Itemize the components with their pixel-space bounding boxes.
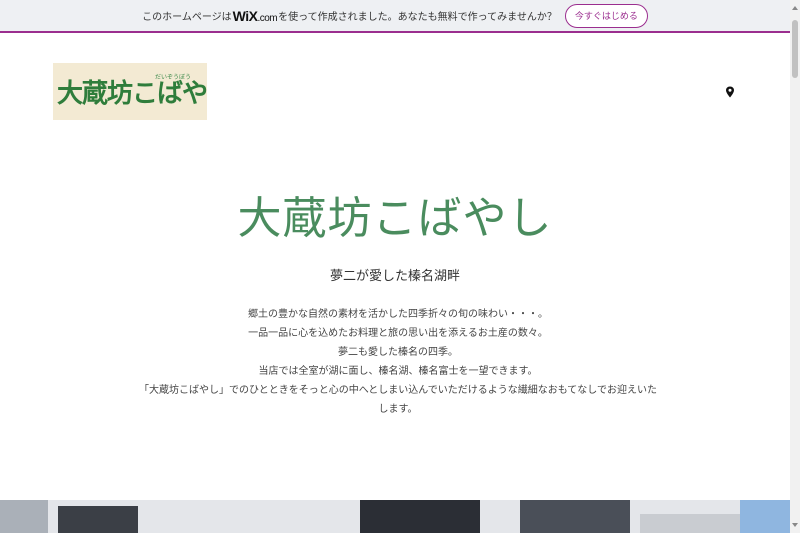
building-photo	[0, 500, 790, 533]
wix-brand-suffix: .com	[257, 12, 278, 24]
banner-text-after: を使って作成されました。あなたも無料で作ってみませんか？	[278, 12, 557, 23]
intro-paragraph: 一品一品に心を込めたお料理と旅の思い出を添えるお土産の数々。	[248, 328, 548, 339]
map-pin-icon[interactable]	[725, 86, 735, 98]
page-title: 大蔵坊こばやし	[237, 193, 553, 244]
banner-text-before: このホームページは	[142, 12, 232, 23]
logo-text: 大蔵坊こばやし	[57, 79, 207, 109]
intro-paragraph: 当店では全室が湖に面し、榛名湖、榛名富士を一望できます。	[258, 366, 538, 377]
scroll-up-arrow-icon[interactable]	[792, 6, 798, 10]
site-logo[interactable]: だいぞうぼう 大蔵坊こばやし	[53, 63, 207, 120]
page-subtitle: 夢二が愛した榛名湖畔	[329, 269, 460, 284]
wix-logo[interactable]: WiX.com	[233, 8, 278, 24]
vertical-scrollbar[interactable]	[790, 0, 800, 533]
wix-promo-banner: このホームページは WiX.com を使って作成されました。あなたも無料で作って…	[0, 0, 790, 33]
intro-paragraph: 夢二も愛した榛名の四季。	[338, 347, 458, 358]
wix-brand: WiX	[232, 7, 258, 24]
intro-paragraph: 「大蔵坊こばやし」でのひとときをそっと心の中へとしまい込んでいただけるような繊細…	[139, 385, 657, 415]
scroll-down-arrow-icon[interactable]	[792, 523, 798, 527]
intro-text: 郷土の豊かな自然の素材を活かした四季折々の旬の味わい・・・。 一品一品に心を込め…	[138, 305, 658, 419]
scrollbar-thumb[interactable]	[792, 20, 798, 78]
start-now-button[interactable]: 今すぐはじめる	[564, 3, 648, 28]
intro-paragraph: 郷土の豊かな自然の素材を活かした四季折々の旬の味わい・・・。	[248, 309, 548, 320]
